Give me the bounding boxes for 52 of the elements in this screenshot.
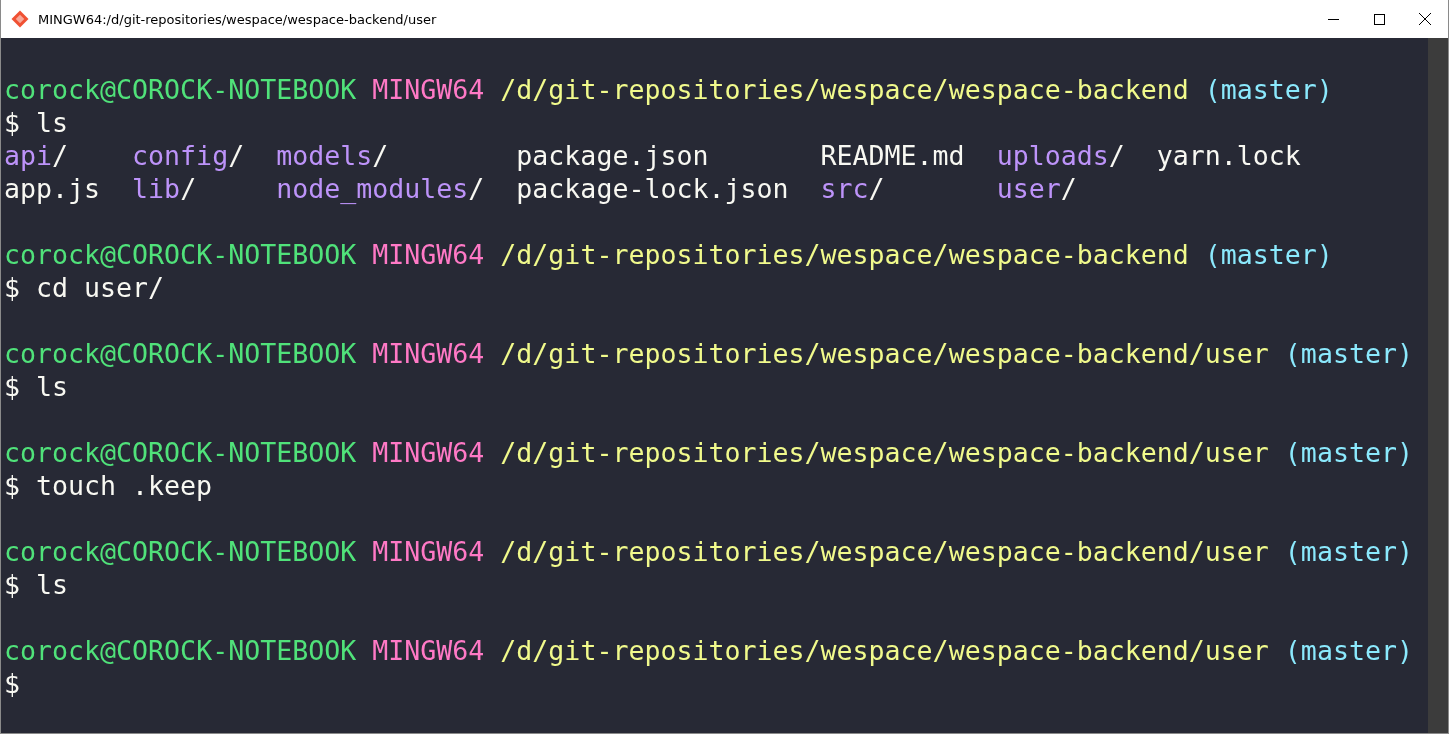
system-name: MINGW64 — [372, 535, 485, 568]
working-directory: /d/git-repositories/wespace/wespace-backend/user — [500, 634, 1269, 667]
close-icon[interactable] — [1419, 13, 1431, 25]
system-name: MINGW64 — [372, 73, 485, 106]
working-directory: /d/git-repositories/wespace/wespace-backend/user — [500, 337, 1269, 370]
directory-name: src/ — [820, 173, 885, 204]
file-name: app.js — [4, 173, 101, 204]
directory-name: models/ — [276, 140, 389, 171]
prompt-sign: $ — [4, 568, 20, 601]
directory-name: config/ — [132, 140, 245, 171]
git-branch: (master) — [1204, 238, 1333, 271]
git-branch: (master) — [1284, 436, 1413, 469]
git-branch: (master) — [1284, 634, 1413, 667]
working-directory: /d/git-repositories/wespace/wespace-backend — [500, 73, 1189, 106]
scrollbar[interactable] — [1428, 38, 1448, 733]
command-text: cd user/ — [36, 271, 165, 304]
user-host: corock@COROCK-NOTEBOOK — [4, 73, 357, 106]
prompt-sign: $ — [4, 106, 20, 139]
system-name: MINGW64 — [372, 337, 485, 370]
command-text: ls — [36, 106, 69, 139]
working-directory: /d/git-repositories/wespace/wespace-backend/user — [500, 436, 1269, 469]
command-text: ls — [36, 568, 69, 601]
git-branch: (master) — [1284, 535, 1413, 568]
user-host: corock@COROCK-NOTEBOOK — [4, 337, 357, 370]
command-text: ls — [36, 370, 69, 403]
user-host: corock@COROCK-NOTEBOOK — [4, 535, 357, 568]
user-host: corock@COROCK-NOTEBOOK — [4, 436, 357, 469]
file-name: package-lock.json — [516, 173, 789, 204]
directory-name: node_modules/ — [276, 173, 485, 204]
window-title: MINGW64:/d/git-repositories/wespace/wespace-backend/user — [38, 11, 438, 27]
working-directory: /d/git-repositories/wespace/wespace-backend — [500, 238, 1189, 271]
prompt-sign: $ — [4, 271, 20, 304]
user-host: corock@COROCK-NOTEBOOK — [4, 634, 357, 667]
system-name: MINGW64 — [372, 436, 485, 469]
maximize-icon[interactable] — [1373, 13, 1385, 25]
system-name: MINGW64 — [372, 634, 485, 667]
directory-name: uploads/ — [996, 140, 1125, 171]
file-name: package.json — [516, 140, 709, 171]
file-name: yarn.lock — [1156, 140, 1301, 171]
user-host: corock@COROCK-NOTEBOOK — [4, 238, 357, 271]
directory-name: user/ — [996, 173, 1077, 204]
working-directory: /d/git-repositories/wespace/wespace-backend/user — [500, 535, 1269, 568]
prompt-sign: $ — [4, 469, 20, 502]
directory-name: lib/ — [132, 173, 197, 204]
system-name: MINGW64 — [372, 238, 485, 271]
git-branch: (master) — [1204, 73, 1333, 106]
file-name: README.md — [820, 140, 965, 171]
prompt-sign: $ — [4, 370, 20, 403]
git-branch: (master) — [1284, 337, 1413, 370]
prompt-sign: $ — [4, 667, 20, 700]
directory-name: api/ — [4, 140, 69, 171]
command-text: touch .keep — [36, 469, 213, 502]
